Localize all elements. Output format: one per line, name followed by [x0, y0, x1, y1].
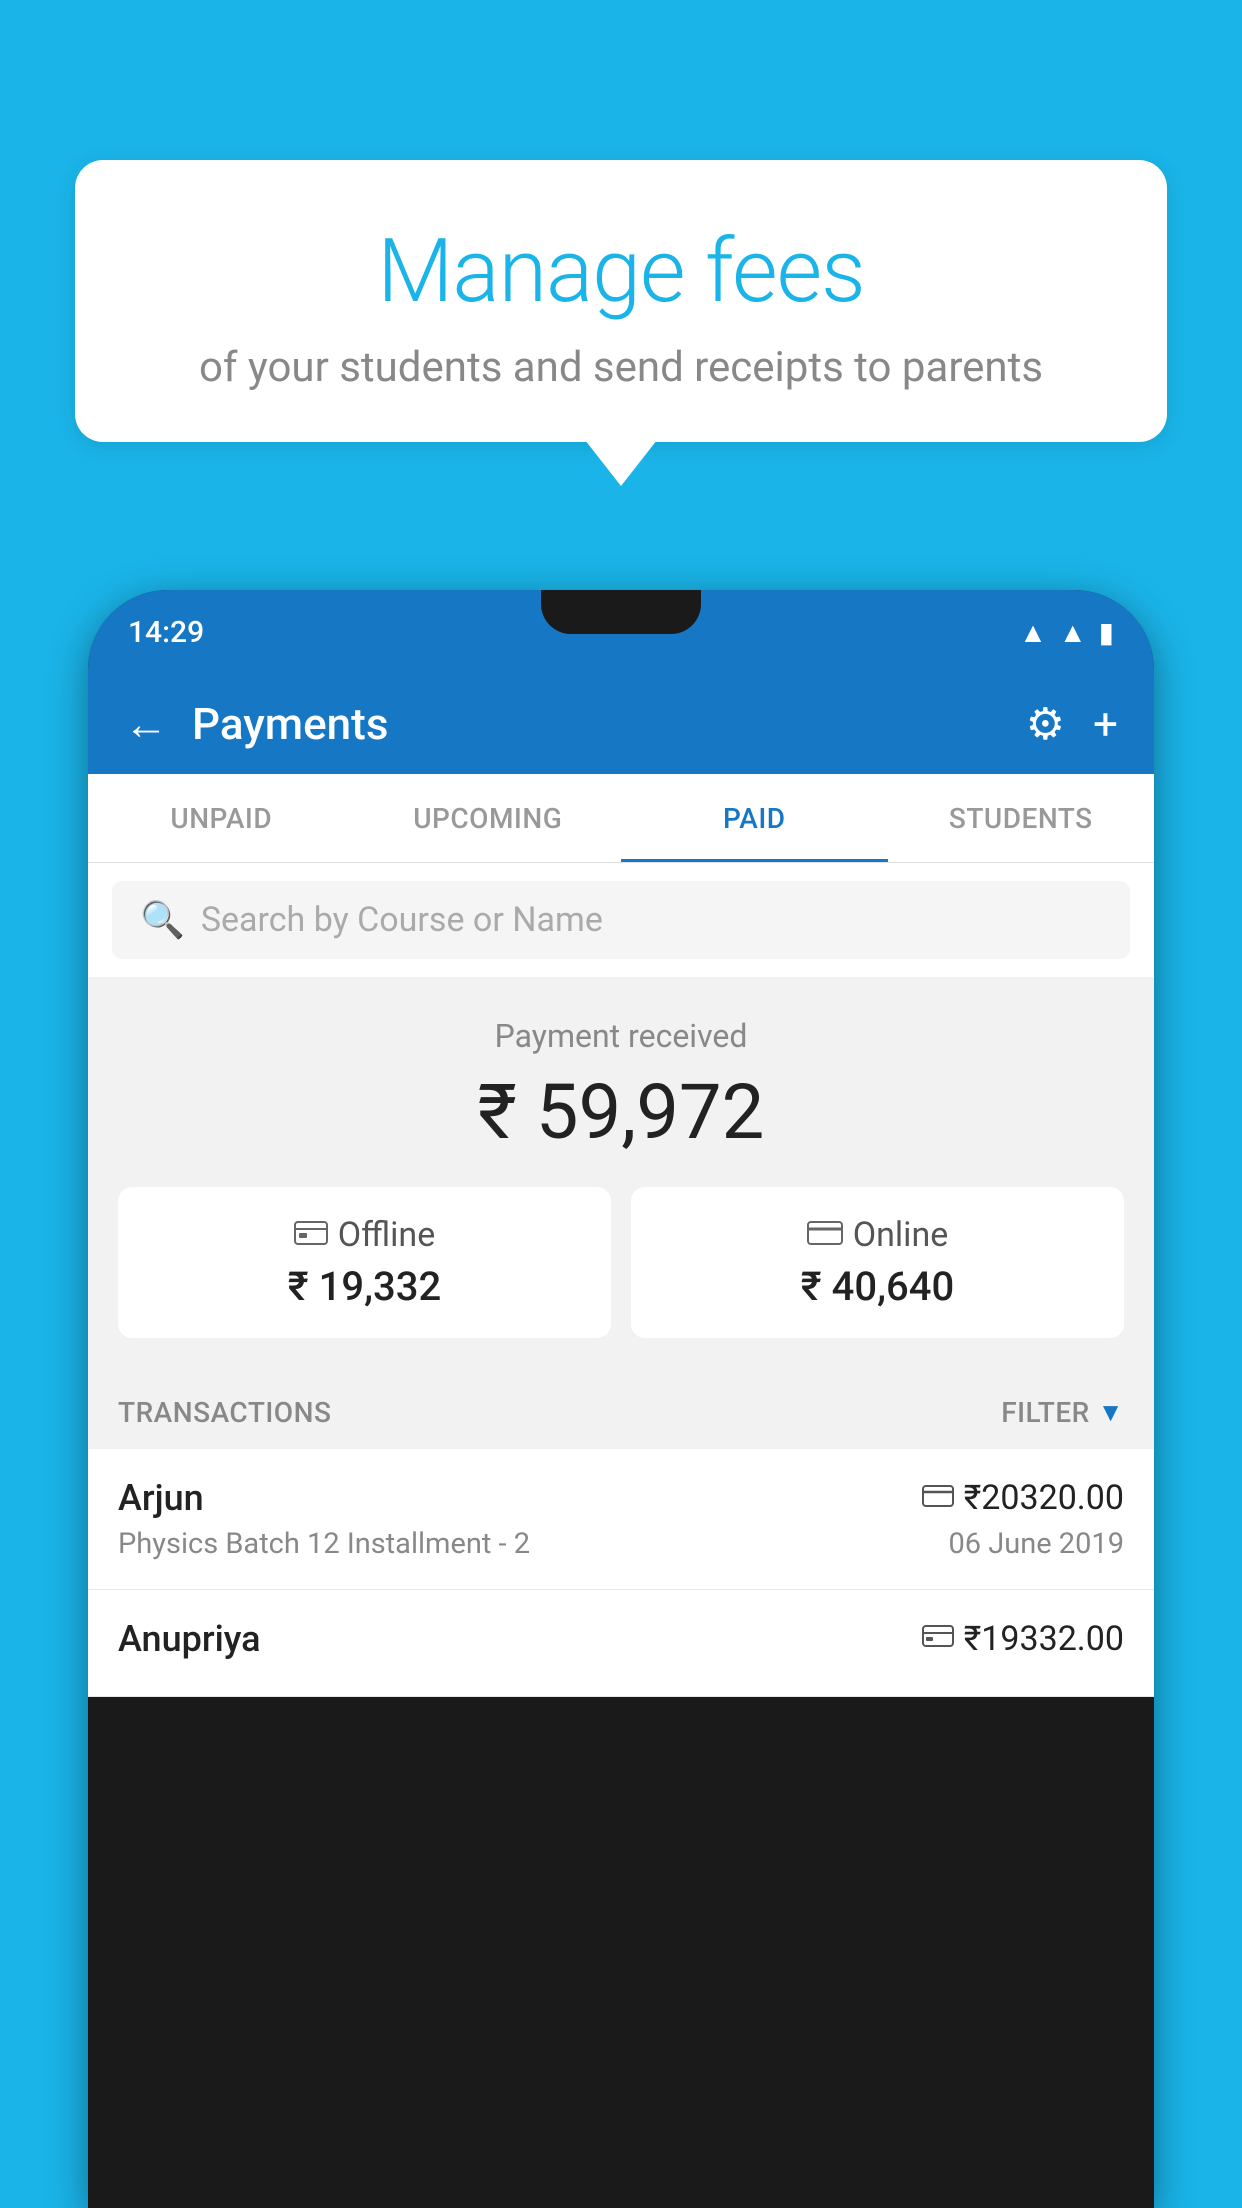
tab-upcoming[interactable]: UPCOMING: [355, 774, 622, 862]
bubble-subtitle: of your students and send receipts to pa…: [125, 343, 1117, 392]
offline-label: Offline: [338, 1215, 435, 1255]
online-payment-icon: [922, 1481, 954, 1516]
transaction-name: Arjun: [118, 1477, 204, 1519]
table-row[interactable]: Anupriya ₹19332.00: [88, 1590, 1154, 1697]
tab-paid[interactable]: PAID: [621, 774, 888, 862]
online-card: Online ₹ 40,640: [631, 1187, 1124, 1338]
payment-received-section: Payment received ₹ 59,972 Offline ₹ 19,3…: [88, 977, 1154, 1368]
offline-icon: [294, 1215, 328, 1255]
transaction-amount: ₹20320.00: [964, 1478, 1124, 1518]
search-bar: 🔍 Search by Course or Name: [88, 863, 1154, 977]
offline-card: Offline ₹ 19,332: [118, 1187, 611, 1338]
transaction-amount-wrap: ₹20320.00: [922, 1478, 1124, 1518]
back-button[interactable]: ←: [124, 698, 168, 750]
transactions-header: TRANSACTIONS FILTER ▼: [88, 1368, 1154, 1449]
battery-icon: ▮: [1099, 616, 1114, 649]
status-bar: 14:29 ▲ ▲ ▮: [88, 590, 1154, 674]
payment-amount: ₹ 59,972: [118, 1067, 1124, 1157]
bubble-title: Manage fees: [125, 220, 1117, 323]
tab-unpaid[interactable]: UNPAID: [88, 774, 355, 862]
table-row[interactable]: Arjun ₹20320.00 Physics Batch 12 Install…: [88, 1449, 1154, 1590]
search-input-wrap[interactable]: 🔍 Search by Course or Name: [112, 881, 1130, 959]
payment-cards: Offline ₹ 19,332 Online ₹ 40,640: [118, 1187, 1124, 1338]
online-label: Online: [853, 1215, 949, 1255]
tab-students[interactable]: STUDENTS: [888, 774, 1155, 862]
header-title: Payments: [192, 698, 1002, 750]
notch: [541, 590, 701, 634]
status-time: 14:29: [128, 615, 204, 650]
filter-label: FILTER: [1001, 1396, 1090, 1429]
online-card-top: Online: [651, 1215, 1104, 1255]
transaction-amount-wrap: ₹19332.00: [922, 1619, 1124, 1659]
tabs-bar: UNPAID UPCOMING PAID STUDENTS: [88, 774, 1154, 863]
payment-label: Payment received: [118, 1017, 1124, 1055]
search-icon: 🔍: [140, 899, 185, 941]
transaction-bottom: Physics Batch 12 Installment - 2 06 June…: [118, 1527, 1124, 1561]
gear-icon[interactable]: ⚙: [1026, 698, 1065, 750]
filter-icon: ▼: [1098, 1397, 1124, 1428]
phone-frame: 14:29 ▲ ▲ ▮ ← Payments ⚙ + UNPAID UPCOMI…: [88, 590, 1154, 2208]
online-amount: ₹ 40,640: [651, 1263, 1104, 1310]
app-header: ← Payments ⚙ +: [88, 674, 1154, 774]
transaction-top: Arjun ₹20320.00: [118, 1477, 1124, 1519]
transaction-course: Physics Batch 12 Installment - 2: [118, 1527, 530, 1561]
status-icons: ▲ ▲ ▮: [1019, 616, 1114, 649]
wifi-icon: ▲: [1019, 616, 1047, 649]
offline-card-top: Offline: [138, 1215, 591, 1255]
plus-icon[interactable]: +: [1093, 698, 1118, 750]
filter-button[interactable]: FILTER ▼: [1001, 1396, 1124, 1429]
transaction-name: Anupriya: [118, 1618, 261, 1660]
header-icons: ⚙ +: [1026, 698, 1118, 750]
search-placeholder: Search by Course or Name: [201, 900, 603, 940]
transaction-top: Anupriya ₹19332.00: [118, 1618, 1124, 1660]
offline-payment-icon: [922, 1622, 954, 1657]
offline-amount: ₹ 19,332: [138, 1263, 591, 1310]
speech-bubble: Manage fees of your students and send re…: [75, 160, 1167, 442]
transactions-label: TRANSACTIONS: [118, 1396, 331, 1429]
signal-icon: ▲: [1059, 616, 1087, 649]
transaction-amount: ₹19332.00: [964, 1619, 1124, 1659]
transaction-date: 06 June 2019: [948, 1527, 1124, 1561]
online-icon: [807, 1215, 843, 1255]
